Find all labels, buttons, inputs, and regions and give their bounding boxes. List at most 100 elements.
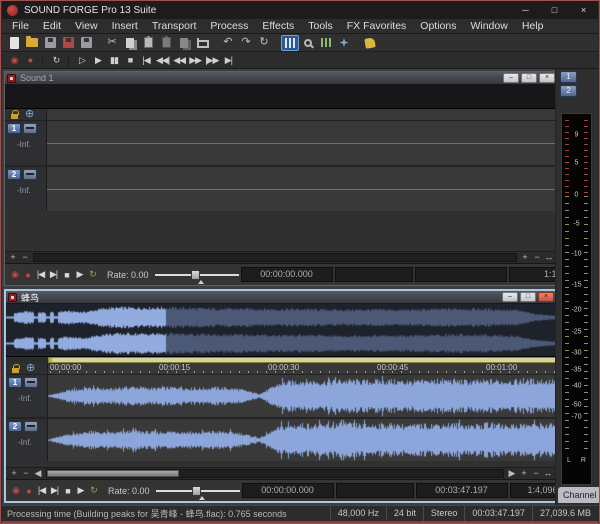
paste-to-new-icon[interactable] <box>175 35 193 51</box>
lock-icon[interactable] <box>11 114 18 119</box>
trim-crop-icon[interactable] <box>193 35 211 51</box>
go-to-end-button[interactable]: ▶| <box>220 53 236 68</box>
bird-minimize-button[interactable]: – <box>502 292 518 302</box>
rate-slider[interactable] <box>155 267 239 283</box>
stop-button[interactable]: ■ <box>122 53 138 68</box>
sound1-title-bar[interactable]: Sound 1 – □ × <box>5 72 557 85</box>
slider-thumb[interactable] <box>192 486 201 496</box>
track-number-button[interactable]: 1 <box>7 123 21 134</box>
loop-playback-button[interactable]: ↻ <box>86 267 99 283</box>
rate-slider[interactable] <box>156 483 240 499</box>
zoom-in-button[interactable]: + <box>519 252 531 263</box>
menu-transport[interactable]: Transport <box>145 19 204 34</box>
sound1-track-1-body[interactable] <box>47 121 557 165</box>
save-as-icon[interactable] <box>59 35 77 51</box>
close-button[interactable]: × <box>569 1 598 19</box>
play-button[interactable]: ▶ <box>90 53 106 68</box>
slider-thumb[interactable] <box>191 270 200 280</box>
rewind-button[interactable]: ◀◀ <box>171 53 187 68</box>
bird-title-bar[interactable]: 蜂鸟 – □ × <box>6 291 556 304</box>
record-button[interactable]: ● <box>22 483 35 499</box>
record-remote-button[interactable]: ◉ <box>8 267 21 283</box>
track-gain-label[interactable]: -Inf. <box>18 394 32 403</box>
bird-track-1-body[interactable] <box>48 375 556 417</box>
sound1-maximize-button[interactable]: □ <box>521 73 537 83</box>
track-minimize-button[interactable] <box>23 123 37 134</box>
overview-waveform-canvas[interactable] <box>6 304 556 356</box>
edit-tool-icon[interactable] <box>281 35 299 51</box>
zoom-in-button[interactable]: + <box>8 468 20 479</box>
track-number-button[interactable]: 2 <box>8 421 22 432</box>
play-all-button[interactable]: ▷ <box>74 53 90 68</box>
track-move-icon[interactable]: ⊕ <box>25 109 34 120</box>
go-to-start-button[interactable]: |◀ <box>35 483 48 499</box>
loop-start-marker[interactable] <box>49 358 52 362</box>
redo-icon[interactable]: ↷ <box>237 35 255 51</box>
play-button[interactable]: ▶ <box>73 267 86 283</box>
bird-overview-waveform[interactable] <box>6 304 556 357</box>
record-button[interactable]: ● <box>22 53 38 68</box>
zoom-out-button[interactable]: − <box>530 468 542 479</box>
scroll-left-button[interactable]: ◀ <box>32 468 44 479</box>
record-button[interactable]: ● <box>21 267 34 283</box>
zoom-out-button[interactable]: − <box>531 252 543 263</box>
go-to-end-button[interactable]: ▶| <box>48 483 61 499</box>
track-1-waveform-canvas[interactable] <box>48 375 556 417</box>
new-file-icon[interactable] <box>5 35 23 51</box>
sound1-overview-strip[interactable] <box>5 85 557 109</box>
bird-maximize-button[interactable]: □ <box>520 292 536 302</box>
paste-special-icon[interactable] <box>157 35 175 51</box>
loop-playback-button[interactable]: ↻ <box>87 483 100 499</box>
track-minimize-button[interactable] <box>23 169 37 180</box>
menu-options[interactable]: Options <box>413 19 463 34</box>
whats-this-help-icon[interactable] <box>361 35 379 51</box>
fast-forward-button[interactable]: ▶▶ <box>187 53 203 68</box>
level-meter[interactable]: 950-5-10-15-20-25-30-35-40-50-70 L R <box>561 113 592 485</box>
bird-close-button[interactable]: × <box>538 292 554 302</box>
previous-marker-button[interactable]: ◀◀| <box>154 53 171 68</box>
channel-2-button[interactable]: 2 <box>560 85 577 97</box>
track-number-button[interactable]: 1 <box>8 377 22 388</box>
sound1-time-ruler[interactable] <box>47 109 557 120</box>
menu-tools[interactable]: Tools <box>301 19 340 34</box>
next-marker-button[interactable]: |▶▶ <box>203 53 220 68</box>
menu-help[interactable]: Help <box>515 19 551 34</box>
channel-1-button[interactable]: 1 <box>560 71 577 83</box>
stop-button[interactable]: ■ <box>61 483 74 499</box>
scroll-right-button[interactable]: ▶ <box>506 468 518 479</box>
track-move-icon[interactable]: ⊕ <box>26 363 35 374</box>
menu-process[interactable]: Process <box>203 19 255 34</box>
sound1-minimize-button[interactable]: – <box>503 73 519 83</box>
open-file-icon[interactable] <box>23 35 41 51</box>
menu-window[interactable]: Window <box>463 19 514 34</box>
bird-track-2-body[interactable] <box>48 419 556 461</box>
zoom-out-button[interactable]: − <box>20 468 32 479</box>
record-remote-button[interactable]: ◉ <box>6 53 22 68</box>
sound1-track-2-body[interactable] <box>47 167 557 211</box>
menu-effects[interactable]: Effects <box>255 19 301 34</box>
sound1-h-scrollbar[interactable] <box>33 253 517 262</box>
menu-insert[interactable]: Insert <box>105 19 145 34</box>
save-all-icon[interactable] <box>77 35 95 51</box>
menu-fx-favorites[interactable]: FX Favorites <box>340 19 414 34</box>
track-gain-label[interactable]: -Inf. <box>17 186 31 195</box>
undo-icon[interactable]: ↶ <box>219 35 237 51</box>
record-remote-button[interactable]: ◉ <box>9 483 22 499</box>
channel-meters-tab[interactable]: Channel <box>558 487 600 503</box>
magnify-tool-icon[interactable] <box>299 35 317 51</box>
play-button[interactable]: ▶ <box>74 483 87 499</box>
track-minimize-button[interactable] <box>24 377 38 388</box>
save-icon[interactable] <box>41 35 59 51</box>
event-tool-icon[interactable] <box>317 35 335 51</box>
lock-icon[interactable] <box>12 368 19 373</box>
minimize-button[interactable]: ─ <box>511 1 540 19</box>
zoom-fit-button[interactable]: ↔ <box>542 468 554 479</box>
copy-icon[interactable] <box>121 35 139 51</box>
bird-h-scrollbar[interactable] <box>46 469 504 478</box>
bird-time-ruler[interactable]: 00:00:0000:00:1500:00:3000:00:4500:01:00 <box>48 363 556 374</box>
go-to-start-button[interactable]: |◀ <box>34 267 47 283</box>
scrollbar-thumb[interactable] <box>47 470 179 477</box>
track-number-button[interactable]: 2 <box>7 169 21 180</box>
track-gain-label[interactable]: -Inf. <box>17 140 31 149</box>
zoom-in-button[interactable]: + <box>518 468 530 479</box>
